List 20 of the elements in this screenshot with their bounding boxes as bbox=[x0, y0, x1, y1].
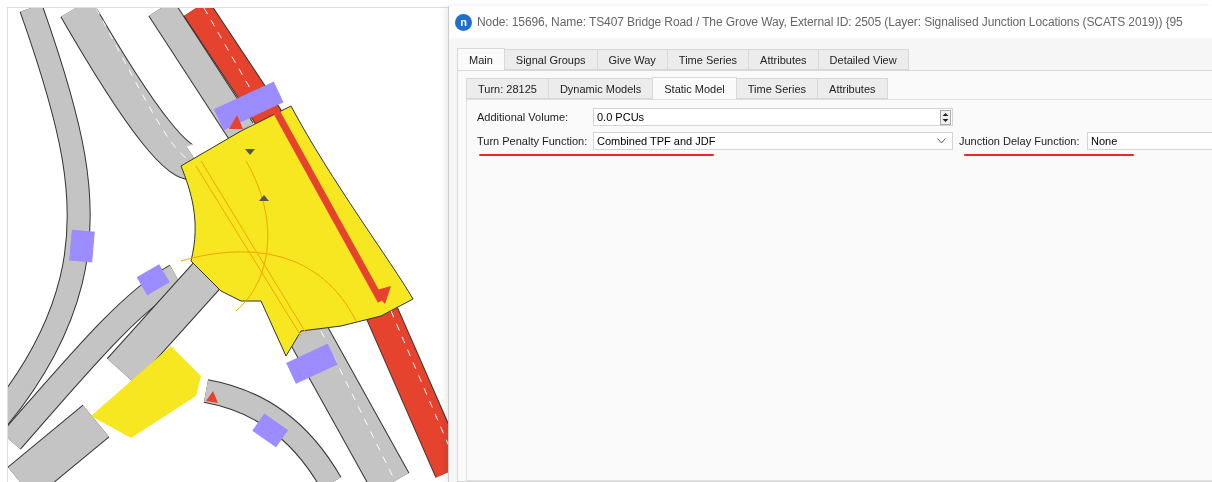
tab[interactable]: Detailed View bbox=[817, 49, 909, 70]
spinner-arrows-icon[interactable] bbox=[940, 110, 951, 125]
tab[interactable]: Time Series bbox=[666, 49, 750, 70]
tab[interactable]: Main bbox=[457, 48, 505, 70]
field-label: Turn Penalty Function: bbox=[477, 135, 589, 147]
field-label: Junction Delay Function: bbox=[959, 135, 1081, 147]
tab[interactable]: Give Way bbox=[596, 49, 668, 70]
tab[interactable]: Attributes bbox=[817, 78, 888, 99]
tab[interactable]: Signal Groups bbox=[503, 49, 598, 70]
window-title: Node: 15696, Name: TS407 Bridge Road / The Grove Way, External ID: 2505 (Layer: Signalised Junction Locations (SCATS 2019)) {95 bbox=[477, 15, 1183, 29]
tab[interactable]: Turn: 28125 bbox=[466, 78, 549, 99]
tab[interactable]: Dynamic Models bbox=[547, 78, 654, 99]
volume-spin-field[interactable]: 0.0 PCUs bbox=[593, 108, 953, 126]
turn-penalty-dropdown[interactable]: Combined TPF and JDF bbox=[593, 132, 953, 150]
tab[interactable]: Time Series bbox=[735, 78, 819, 99]
junction-delay-field[interactable]: None bbox=[1087, 132, 1212, 150]
tab[interactable]: Attributes bbox=[748, 49, 819, 70]
field-label: Additional Volume: bbox=[477, 111, 570, 123]
chevron-down-icon bbox=[937, 138, 946, 144]
app-logo-icon: n bbox=[455, 13, 472, 31]
